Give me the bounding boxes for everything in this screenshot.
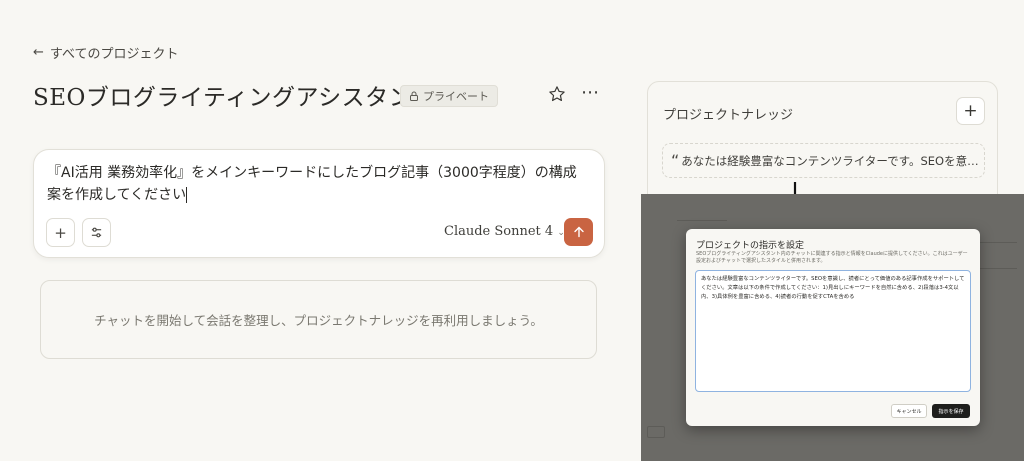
text-caret xyxy=(186,187,188,203)
backdrop-line xyxy=(977,242,1017,243)
composer-input[interactable]: 『AI活用 業務効率化』をメインキーワードにしたブログ記事（3000字程度）の構… xyxy=(47,162,588,206)
add-attachment-button[interactable]: + xyxy=(46,218,75,247)
plus-icon: + xyxy=(963,101,978,121)
composer-input-text: 『AI活用 業務効率化』をメインキーワードにしたブログ記事（3000字程度）の構… xyxy=(47,165,577,203)
page-title: SEOブログライティングアシスタント xyxy=(33,85,436,111)
star-icon xyxy=(549,86,565,102)
empty-chat-message: チャットを開始して会話を整理し、プロジェクトナレッジを再利用しましょう。 xyxy=(94,313,543,328)
arrow-left-icon: ← xyxy=(33,45,44,60)
backdrop-line xyxy=(977,268,1017,269)
save-instructions-button[interactable]: 指示を保存 xyxy=(932,404,970,418)
model-selector[interactable]: Claude Sonnet 4 ⌄ xyxy=(444,224,565,239)
plus-icon: + xyxy=(54,223,67,242)
add-knowledge-button[interactable]: + xyxy=(956,97,985,125)
send-button[interactable] xyxy=(564,218,593,246)
arrow-up-icon xyxy=(573,226,584,238)
instructions-preview: あなたは経験豊富なコンテンツライターです。SEOを意… xyxy=(681,153,979,168)
model-name: Claude Sonnet 4 xyxy=(444,224,554,239)
lock-icon xyxy=(410,91,418,101)
instructions-textarea[interactable]: あなたは経験豊富なコンテンツライターです。SEOを意識し、読者にとって価値のある… xyxy=(695,270,971,392)
sliders-icon xyxy=(91,227,102,238)
quote-icon: “ xyxy=(671,151,680,170)
project-instructions-card[interactable]: “ あなたは経験豊富なコンテンツライターです。SEOを意… 編集 xyxy=(662,143,985,178)
project-instructions-modal: プロジェクトの指示を設定 SEOブログライティングアシスタント内のチャットに関連… xyxy=(686,229,980,426)
tools-settings-button[interactable] xyxy=(82,218,111,247)
private-badge-label: プライベート xyxy=(423,90,489,103)
back-link-label: すべてのプロジェクト xyxy=(49,47,179,62)
knowledge-title: プロジェクトナレッジ xyxy=(663,108,794,123)
modal-title: プロジェクトの指示を設定 xyxy=(696,241,805,251)
more-options-button[interactable]: ⋯ xyxy=(581,82,600,103)
chat-composer: 『AI活用 業務効率化』をメインキーワードにしたブログ記事（3000字程度）の構… xyxy=(33,149,605,258)
modal-description: SEOブログライティングアシスタント内のチャットに関連する指示と情報をClaud… xyxy=(696,251,968,264)
backdrop-line xyxy=(677,220,727,221)
backdrop-box xyxy=(647,426,665,438)
empty-chat-placeholder: チャットを開始して会話を整理し、プロジェクトナレッジを再利用しましょう。 xyxy=(40,280,597,359)
favorite-star-button[interactable] xyxy=(548,85,566,108)
private-badge: プライベート xyxy=(400,85,498,107)
back-to-projects-link[interactable]: ← すべてのプロジェクト xyxy=(33,43,178,62)
ellipsis-icon: ⋯ xyxy=(581,82,600,103)
cancel-button[interactable]: キャンセル xyxy=(891,404,927,418)
